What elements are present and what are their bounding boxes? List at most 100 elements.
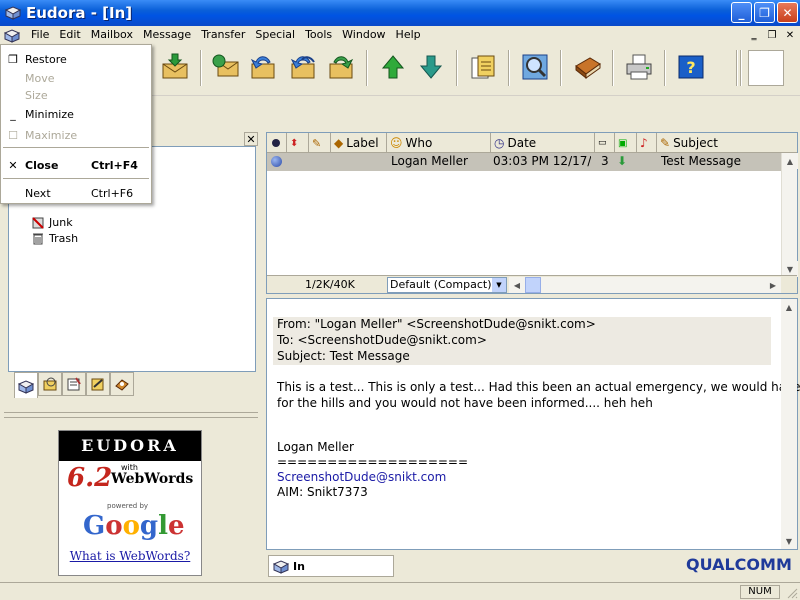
menu-item-next[interactable]: Next Ctrl+F6: [1, 184, 151, 202]
close-window-button[interactable]: ✕: [777, 2, 798, 23]
find-button[interactable]: [518, 50, 552, 84]
label-icon: ◆: [334, 136, 344, 150]
menu-item-label: Maximize: [25, 128, 78, 142]
check-mail-button[interactable]: [158, 50, 192, 84]
tab-personalities[interactable]: [110, 372, 134, 396]
menu-item-size[interactable]: Size: [1, 86, 151, 104]
mailbox-window-icon[interactable]: [3, 27, 21, 43]
attach-document-icon: [471, 55, 495, 79]
menu-item-move[interactable]: Move: [1, 69, 151, 87]
new-message-button[interactable]: [208, 50, 242, 84]
menu-special[interactable]: Special: [250, 26, 300, 44]
google-logo: Google: [83, 511, 185, 541]
menu-file[interactable]: File: [26, 26, 54, 44]
find-icon: [522, 54, 548, 80]
subject-icon: ✎: [660, 136, 671, 150]
mdi-minimize-button[interactable]: ‗: [746, 28, 762, 42]
col-status[interactable]: [267, 133, 287, 153]
mailbox-item-junk[interactable]: Junk: [31, 215, 73, 229]
address-book-button[interactable]: [570, 50, 604, 84]
ad-powered-by: powered by: [107, 502, 149, 510]
view-select[interactable]: Default (Compact) ▼: [387, 277, 507, 293]
scroll-down-button[interactable]: ▼: [781, 533, 797, 549]
forward-button[interactable]: [324, 50, 358, 84]
scroll-up-button[interactable]: ▲: [781, 299, 797, 315]
scroll-up-button[interactable]: ▲: [782, 153, 798, 169]
what-is-webwords-link[interactable]: What is WebWords?: [59, 549, 201, 563]
mdi-close-button[interactable]: ✕: [782, 28, 798, 42]
col-subject[interactable]: ✎ Subject: [657, 133, 797, 153]
status-bar: NUM: [0, 582, 800, 600]
scroll-up-icon: ▲: [786, 156, 794, 166]
menu-item-close[interactable]: ✕ Close Ctrl+F4: [1, 156, 151, 174]
mailbox-tab-in[interactable]: In: [268, 555, 394, 577]
maximize-icon: ☐: [8, 128, 18, 142]
col-who[interactable]: ☺ Who: [387, 133, 491, 153]
tab-signatures[interactable]: [86, 372, 110, 396]
signature-name: Logan Meller: [277, 440, 354, 454]
mood-icon: ♪: [640, 136, 648, 150]
signature-email-link[interactable]: ScreenshotDude@snikt.com: [277, 470, 446, 484]
mdi-restore-button[interactable]: ❐: [764, 28, 780, 42]
message-list-hscrollbar[interactable]: ◀ ▶: [509, 277, 781, 293]
mailbox-tab-label: In: [293, 559, 305, 573]
menu-window[interactable]: Window: [337, 26, 390, 44]
restore-window-button[interactable]: ❐: [754, 2, 775, 23]
reply-button[interactable]: [246, 50, 280, 84]
header-from: From: "Logan Meller" <ScreenshotDude@sni…: [277, 317, 596, 331]
system-menu: ❐ Restore Move Size _ Minimize ☐ Maximiz…: [0, 44, 152, 204]
menu-message[interactable]: Message: [138, 26, 196, 44]
tab-file-browser[interactable]: [38, 372, 62, 396]
menu-help[interactable]: Help: [391, 26, 426, 44]
menu-item-minimize[interactable]: _ Minimize: [1, 105, 151, 123]
ad-divider: [4, 412, 258, 418]
date-icon: ◷: [494, 136, 505, 150]
col-priority[interactable]: ⬍: [287, 133, 309, 153]
message-who: Logan Meller: [391, 154, 468, 168]
window-title: Eudora - [In]: [26, 4, 133, 22]
server-icon: ▣: [618, 137, 628, 149]
print-button[interactable]: [622, 50, 656, 84]
reply-all-icon: [290, 56, 315, 79]
preview-scrollbar[interactable]: ▲ ▼: [781, 299, 797, 549]
col-size[interactable]: ▭: [595, 133, 615, 153]
address-book-icon: [575, 57, 601, 80]
col-date[interactable]: ◷ Date: [491, 133, 595, 153]
help-button[interactable]: ?: [674, 50, 708, 84]
next-message-button[interactable]: [414, 50, 448, 84]
minimize-window-button[interactable]: _: [731, 2, 752, 23]
view-select-value: Default (Compact): [390, 278, 492, 291]
message-list-scrollbar[interactable]: ▲ ▼: [781, 153, 798, 277]
col-label[interactable]: ◆ Label: [331, 133, 387, 153]
resize-grip-icon[interactable]: [784, 585, 798, 599]
menu-edit[interactable]: Edit: [54, 26, 85, 44]
message-date: 03:03 PM 12/17/: [493, 154, 591, 168]
previous-message-button[interactable]: [376, 50, 410, 84]
attach-file-button[interactable]: [466, 50, 500, 84]
message-row[interactable]: Logan Meller 03:03 PM 12/17/ 3 ⬇ Test Me…: [267, 153, 781, 171]
forward-icon: [329, 56, 354, 79]
message-subject: Test Message: [661, 154, 742, 168]
mailbox-pane-close-button[interactable]: ✕: [244, 132, 258, 146]
scroll-right-button[interactable]: ▶: [765, 277, 781, 293]
menu-mailbox[interactable]: Mailbox: [86, 26, 138, 44]
col-server-status[interactable]: ▣: [615, 133, 637, 153]
webwords-ad[interactable]: EUDORA 6.2 with WebWords powered by Goog…: [58, 430, 202, 576]
tab-mailboxes[interactable]: [14, 372, 38, 398]
num-lock-indicator: NUM: [740, 585, 780, 599]
col-attachment[interactable]: ✎: [309, 133, 331, 153]
tab-stationery[interactable]: [62, 372, 86, 396]
attachment-icon: ✎: [312, 136, 322, 150]
menu-transfer[interactable]: Transfer: [196, 26, 250, 44]
scroll-left-button[interactable]: ◀: [509, 277, 525, 293]
menu-tools[interactable]: Tools: [300, 26, 337, 44]
scroll-right-icon: ▶: [769, 280, 777, 290]
reply-all-button[interactable]: [286, 50, 320, 84]
mailbox-icon: [273, 560, 289, 574]
eudora-app-icon[interactable]: [4, 4, 22, 22]
menu-item-maximize[interactable]: ☐ Maximize: [1, 126, 151, 144]
menu-item-restore[interactable]: ❐ Restore: [1, 50, 151, 68]
scroll-thumb[interactable]: [525, 277, 541, 293]
col-mood[interactable]: ♪: [637, 133, 657, 153]
mailbox-item-trash[interactable]: Trash: [31, 231, 78, 245]
